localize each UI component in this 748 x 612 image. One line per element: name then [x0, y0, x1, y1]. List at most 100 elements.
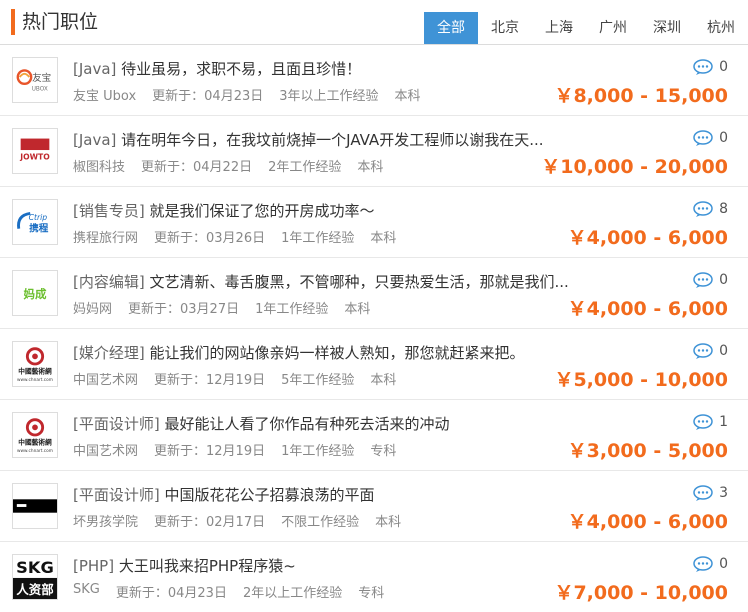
- job-category: [内容编辑]: [73, 273, 145, 291]
- job-title-link[interactable]: [内容编辑] 文艺清新、毒舌腹黑，不管哪种，只要热爱生活，那就是我们...: [73, 271, 569, 292]
- job-title-link[interactable]: [平面设计师] 最好能让人看了你作品有种死去活来的冲动: [73, 413, 450, 434]
- job-title-link[interactable]: [Java] 请在明年今日，在我坟前烧掉一个JAVA开发工程师以谢我在天...: [73, 129, 544, 150]
- job-title-text: 能让我们的网站像亲妈一样被人熟知，那您就赶紧来把。: [149, 344, 525, 362]
- company-name[interactable]: 坏男孩学院: [73, 511, 138, 530]
- job-title-link[interactable]: [媒介经理] 能让我们的网站像亲妈一样被人熟知，那您就赶紧来把。: [73, 342, 525, 363]
- badboy-logo[interactable]: [12, 483, 58, 529]
- skg-logo[interactable]: SKG 人资部: [12, 554, 58, 600]
- job-title-text: 最好能让人看了你作品有种死去活来的冲动: [164, 415, 450, 433]
- experience-requirement: 1年工作经验: [281, 231, 355, 246]
- chnart-logo[interactable]: 中國藝術網 www.chnart.com: [12, 412, 58, 458]
- comment-count-value: 0: [719, 343, 728, 359]
- comment-count-value: 0: [719, 556, 728, 572]
- job-meta: 友宝 Ubox 更新于：04月23日 3年以上工作经验 本科: [73, 85, 437, 104]
- job-category: [Java]: [73, 131, 117, 149]
- tab-hangzhou[interactable]: 杭州: [694, 12, 748, 44]
- company-name[interactable]: 椒图科技: [73, 156, 125, 175]
- comment-count-value: 8: [719, 201, 728, 217]
- comment-count[interactable]: 0: [693, 556, 728, 572]
- salary-range: ￥8,000 - 15,000: [554, 85, 728, 107]
- comment-icon: [693, 414, 713, 430]
- job-category: [PHP]: [73, 557, 115, 575]
- updated-date: 更新于：12月19日: [154, 444, 266, 459]
- job-row[interactable]: 妈成 [内容编辑] 文艺清新、毒舌腹黑，不管哪种，只要热爱生活，那就是我们... 妈…: [0, 258, 748, 329]
- svg-text:www.chnart.com: www.chnart.com: [17, 448, 53, 454]
- svg-text:中國藝術網: 中國藝術網: [18, 367, 52, 376]
- updated-date: 更新于：04月23日: [115, 586, 227, 601]
- salary-range: ￥3,000 - 5,000: [567, 440, 728, 462]
- updated-date: 更新于：04月22日: [141, 160, 253, 175]
- job-meta: 妈妈网 更新于：03月27日 1年工作经验 本科: [73, 298, 386, 317]
- company-name[interactable]: 友宝 Ubox: [73, 85, 136, 104]
- job-title-link[interactable]: [平面设计师] 中国版花花公子招募浪荡的平面: [73, 484, 375, 505]
- updated-date: 更新于：04月23日: [152, 89, 264, 104]
- svg-text:www.chnart.com: www.chnart.com: [17, 377, 53, 383]
- job-row[interactable]: SKG 人资部 [PHP] 大王叫我来招PHP程序猿~ SKG 更新于：04月23日 2年…: [0, 542, 748, 612]
- experience-requirement: 不限工作经验: [281, 515, 360, 530]
- chnart-logo[interactable]: 中國藝術網 www.chnart.com: [12, 341, 58, 387]
- job-meta: 中国艺术网 更新于：12月19日 5年工作经验 本科: [73, 369, 412, 388]
- job-title-text: 大王叫我来招PHP程序猿~: [118, 557, 296, 575]
- comment-count[interactable]: 8: [693, 201, 728, 217]
- company-name[interactable]: 中国艺术网: [73, 440, 138, 459]
- experience-requirement: 3年以上工作经验: [279, 89, 379, 104]
- comment-count-value: 0: [719, 272, 728, 288]
- comment-icon: [693, 343, 713, 359]
- tab-shanghai[interactable]: 上海: [532, 12, 586, 44]
- comment-count[interactable]: 0: [693, 272, 728, 288]
- comment-count[interactable]: 0: [693, 59, 728, 75]
- job-category: [销售专员]: [73, 202, 145, 220]
- salary-range: ￥5,000 - 10,000: [554, 369, 728, 391]
- job-title-link[interactable]: [PHP] 大王叫我来招PHP程序猿~: [73, 555, 296, 576]
- job-row[interactable]: JOWTO [Java] 请在明年今日，在我坟前烧掉一个JAVA开发工程师以谢我在…: [0, 116, 748, 187]
- job-meta: 携程旅行网 更新于：03月26日 1年工作经验 本科: [73, 227, 412, 246]
- hot-jobs-header: 热门职位 全部 北京 上海 广州 深圳 杭州: [0, 0, 748, 45]
- comment-icon: [693, 272, 713, 288]
- experience-requirement: 2年以上工作经验: [242, 586, 343, 601]
- svg-text:UBOX: UBOX: [32, 87, 48, 93]
- job-meta: 椒图科技 更新于：04月22日 2年工作经验 本科: [73, 156, 399, 175]
- svg-text:人资部: 人资部: [16, 582, 54, 597]
- job-row[interactable]: 中國藝術網 www.chnart.com [平面设计师] 最好能让人看了你作品有种死…: [0, 400, 748, 471]
- job-row[interactable]: 友宝 UBOX [Java] 待业虽易，求职不易，且面且珍惜！ 友宝 Ubox 更新于：…: [0, 45, 748, 116]
- education-requirement: 本科: [394, 89, 421, 104]
- tab-guangzhou[interactable]: 广州: [586, 12, 640, 44]
- company-name[interactable]: SKG: [73, 582, 100, 601]
- comment-count[interactable]: 3: [693, 485, 728, 501]
- tab-beijing[interactable]: 北京: [478, 12, 532, 44]
- comment-icon: [693, 59, 713, 75]
- experience-requirement: 2年工作经验: [268, 160, 342, 175]
- salary-range: ￥4,000 - 6,000: [567, 511, 728, 533]
- education-requirement: 本科: [370, 373, 397, 388]
- svg-text:友宝: 友宝: [32, 72, 51, 84]
- job-title-link[interactable]: [销售专员] 就是我们保证了您的开房成功率～: [73, 200, 375, 221]
- tab-shenzhen[interactable]: 深圳: [640, 12, 694, 44]
- job-title-text: 就是我们保证了您的开房成功率～: [149, 202, 375, 220]
- comment-count[interactable]: 0: [693, 130, 728, 146]
- job-category: [Java]: [73, 60, 117, 78]
- ctrip-logo[interactable]: Ctrip 携程: [12, 199, 58, 245]
- company-name[interactable]: 中国艺术网: [73, 369, 138, 388]
- jowto-logo[interactable]: JOWTO: [12, 128, 58, 174]
- company-name[interactable]: 妈妈网: [73, 298, 112, 317]
- job-title-link[interactable]: [Java] 待业虽易，求职不易，且面且珍惜！: [73, 58, 361, 79]
- svg-text:SKG: SKG: [16, 558, 54, 577]
- experience-requirement: 1年工作经验: [281, 444, 355, 459]
- education-requirement: 本科: [370, 231, 397, 246]
- ubox-logo[interactable]: 友宝 UBOX: [12, 57, 58, 103]
- updated-date: 更新于：03月27日: [128, 302, 240, 317]
- comment-count[interactable]: 0: [693, 343, 728, 359]
- education-requirement: 本科: [375, 515, 402, 530]
- job-meta: 坏男孩学院 更新于：02月17日 不限工作经验 本科: [73, 511, 417, 530]
- title-accent-bar: [11, 9, 15, 35]
- comment-count[interactable]: 1: [693, 414, 728, 430]
- salary-range: ￥7,000 - 10,000: [554, 582, 728, 604]
- company-name[interactable]: 携程旅行网: [73, 227, 138, 246]
- job-row[interactable]: Ctrip 携程 [销售专员] 就是我们保证了您的开房成功率～ 携程旅行网 更新于：03…: [0, 187, 748, 258]
- experience-requirement: 5年工作经验: [281, 373, 355, 388]
- tab-all[interactable]: 全部: [424, 12, 478, 44]
- mama-logo[interactable]: 妈成: [12, 270, 58, 316]
- job-row[interactable]: [平面设计师] 中国版花花公子招募浪荡的平面坏男孩学院 更新于：02月17日 不限工…: [0, 471, 748, 542]
- job-row[interactable]: 中國藝術網 www.chnart.com [媒介经理] 能让我们的网站像亲妈一样被人…: [0, 329, 748, 400]
- updated-date: 更新于：03月26日: [154, 231, 266, 246]
